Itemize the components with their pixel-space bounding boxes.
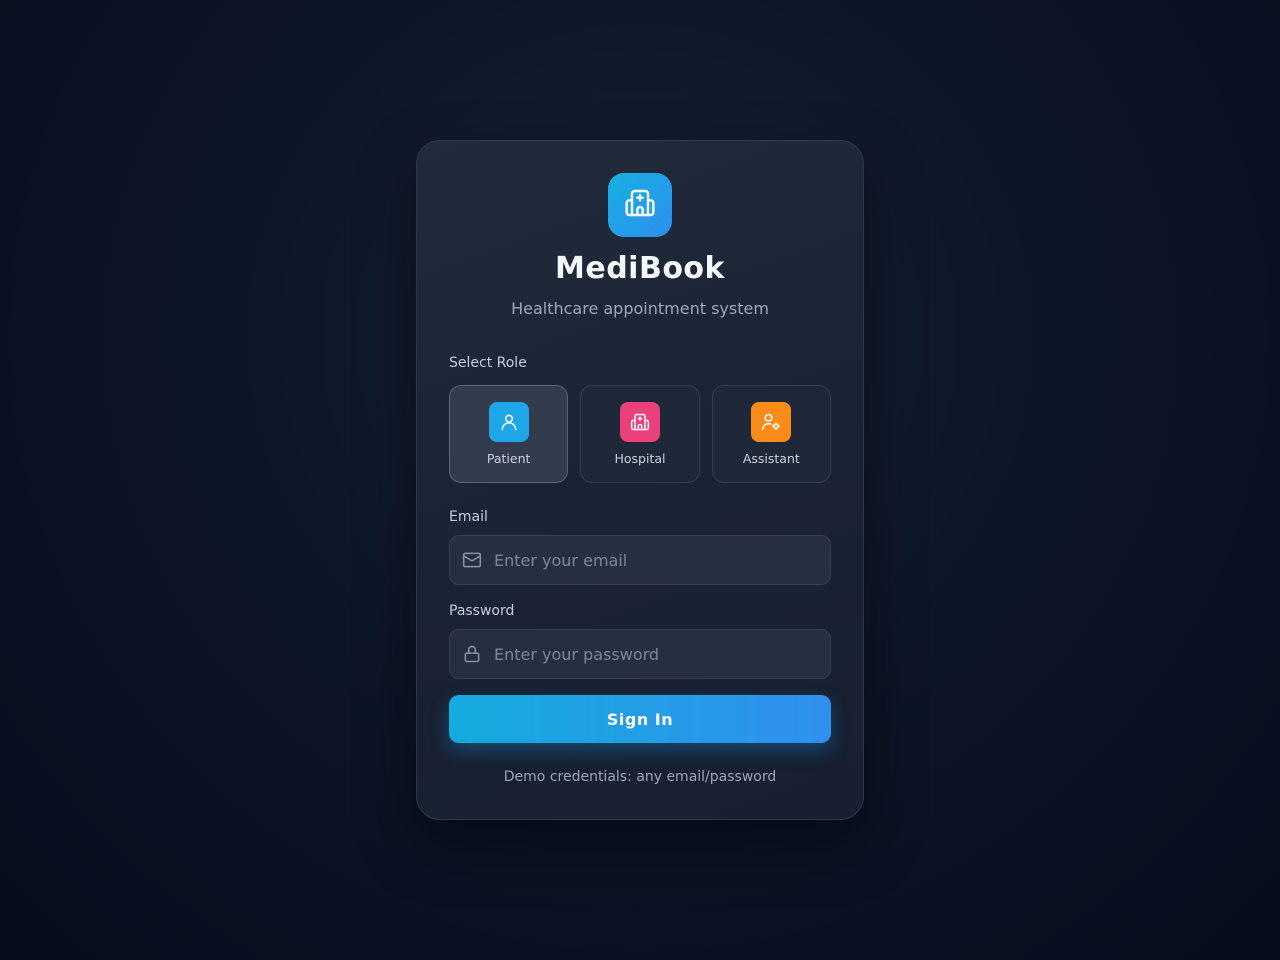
app-logo <box>608 173 672 237</box>
app-subtitle: Healthcare appointment system <box>511 299 769 318</box>
login-card: MediBook Healthcare appointment system S… <box>416 140 864 820</box>
role-option-hospital[interactable]: Hospital <box>580 385 700 483</box>
role-option-patient[interactable]: Patient <box>449 385 569 483</box>
hospital-icon <box>619 402 660 442</box>
mail-icon <box>462 550 482 570</box>
role-option-label: Assistant <box>742 451 800 466</box>
role-label: Select Role <box>449 355 527 371</box>
app-title: MediBook <box>555 251 725 286</box>
role-option-label: Hospital <box>614 451 666 466</box>
role-selector: Patient Hospital Assistant <box>449 385 831 483</box>
sign-in-button[interactable]: Sign In <box>449 695 831 743</box>
email-label: Email <box>449 509 488 525</box>
lock-icon <box>462 644 482 664</box>
email-field[interactable] <box>449 535 831 585</box>
hospital-icon <box>624 187 656 223</box>
role-option-assistant[interactable]: Assistant <box>711 385 831 483</box>
user-icon <box>488 402 529 442</box>
password-input[interactable] <box>494 630 830 678</box>
user-cog-icon <box>751 402 792 442</box>
password-label: Password <box>449 603 515 619</box>
email-input[interactable] <box>494 536 830 584</box>
role-option-label: Patient <box>486 451 531 466</box>
demo-credentials-note: Demo credentials: any email/password <box>503 769 777 785</box>
password-field[interactable] <box>449 629 831 679</box>
